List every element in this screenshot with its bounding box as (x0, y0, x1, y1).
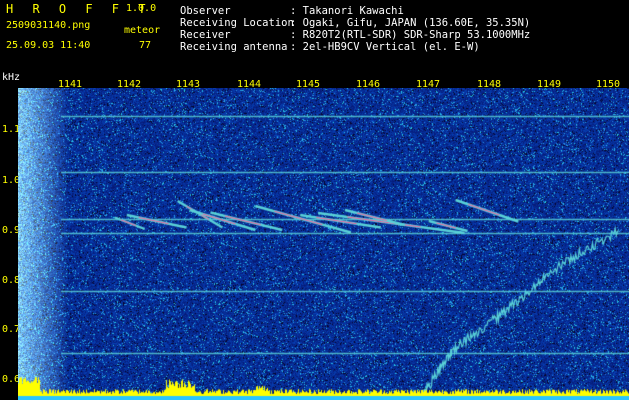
app-version: 1.0.0 (126, 3, 157, 14)
meteor-label: meteor (124, 25, 161, 36)
antenna-label: Receiving antenna (180, 41, 288, 53)
antenna-value: : 2el-HB9CV Vertical (el. E-W) (290, 41, 480, 53)
file-name: 2509031140.png (6, 20, 91, 31)
spectrogram-canvas (18, 88, 629, 400)
receiver-value: : R820T2(RTL-SDR) SDR-Sharp 53.1000MHz (290, 29, 531, 41)
location-value: : Ogaki, Gifu, JAPAN (136.60E, 35.35N) (290, 17, 531, 29)
hrofft-window: H R O F F T 1.0.0 2509031140.png 25.09.0… (0, 0, 629, 400)
capture-datetime: 25.09.03 11:40 (6, 40, 91, 51)
y-axis-unit: kHz (2, 72, 21, 83)
receiver-label: Receiver (180, 29, 231, 41)
location-label: Receiving Location (180, 17, 294, 29)
observer-label: Observer (180, 5, 231, 17)
meteor-count: 77 (139, 40, 152, 51)
observer-value: : Takanori Kawachi (290, 5, 404, 17)
